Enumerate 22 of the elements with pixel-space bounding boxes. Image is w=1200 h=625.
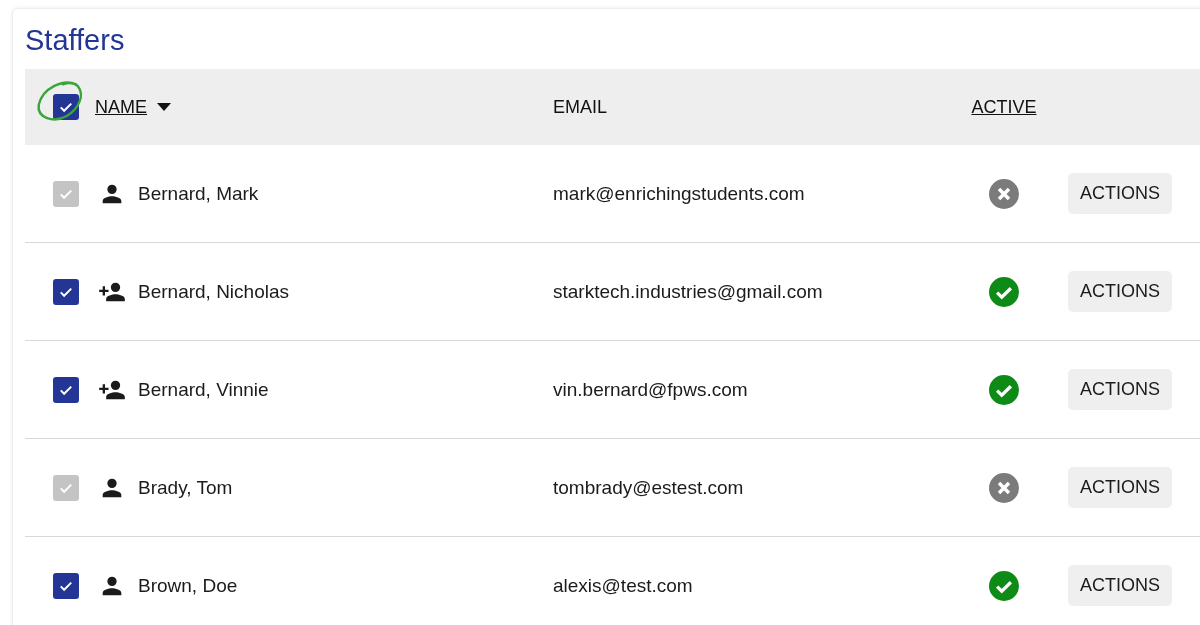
select-all-checkbox[interactable] xyxy=(53,94,79,120)
staff-name: Brady, Tom xyxy=(138,476,233,499)
email-column-header: EMAIL xyxy=(553,96,608,118)
caret-icon[interactable] xyxy=(157,103,171,111)
page-title: Staffers xyxy=(25,23,126,58)
row-checkbox[interactable] xyxy=(53,572,79,599)
staff-email: starktech.industries@gmail.com xyxy=(553,280,823,303)
actions-button[interactable]: ACTIONS xyxy=(1068,369,1172,410)
actions-button[interactable]: ACTIONS xyxy=(1068,565,1172,606)
staff-name: Bernard, Nicholas xyxy=(138,280,290,303)
staff-email: alexis@test.com xyxy=(553,574,693,597)
staff-email: vin.bernard@fpws.com xyxy=(553,378,748,401)
actions-button[interactable]: ACTIONS xyxy=(1068,271,1172,312)
staff-email: tombrady@estest.com xyxy=(553,476,744,499)
active-column-header[interactable]: ACTIVE xyxy=(971,96,1037,118)
staff-name: Bernard, Vinnie xyxy=(138,378,269,401)
staff-email: mark@enrichingstudents.com xyxy=(553,182,805,205)
row-checkbox[interactable] xyxy=(53,278,79,305)
staff-name: Bernard, Mark xyxy=(138,182,259,205)
staff-name: Brown, Doe xyxy=(138,574,238,597)
row-checkbox[interactable] xyxy=(53,376,79,403)
name-column-header[interactable]: NAME xyxy=(95,96,147,118)
